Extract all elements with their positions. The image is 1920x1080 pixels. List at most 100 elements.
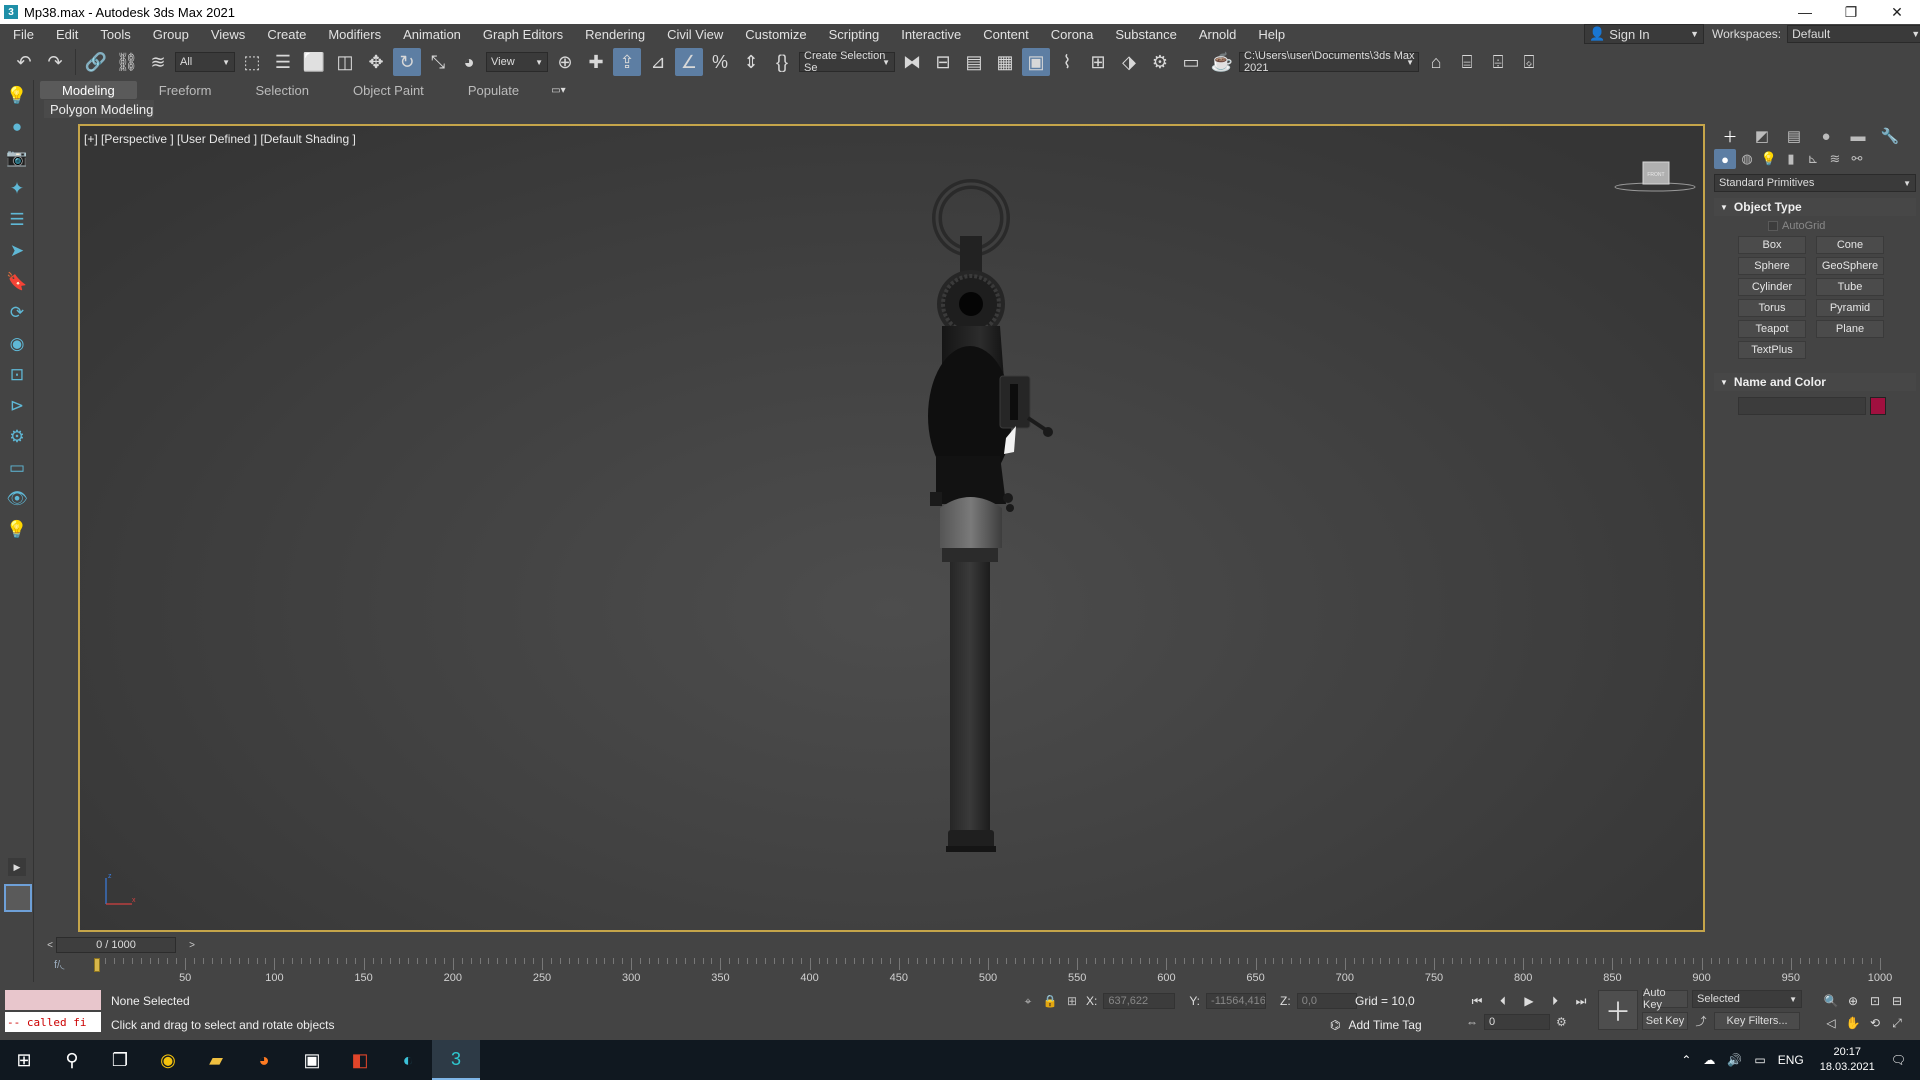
cameras-icon[interactable]: ▮ xyxy=(1780,149,1802,169)
geosphere-button[interactable]: GeoSphere xyxy=(1816,257,1884,275)
render-setup-icon[interactable]: ⚙ xyxy=(1146,48,1174,76)
pivot-center-icon[interactable]: ⊕ xyxy=(551,48,579,76)
play-icon[interactable]: ▶ xyxy=(8,858,26,876)
edge-icon[interactable]: ◐ xyxy=(384,1040,432,1080)
display-tab-icon[interactable]: ▬ xyxy=(1842,125,1874,147)
menu-group[interactable]: Group xyxy=(142,27,200,42)
z-coordinate-field[interactable]: 0,0 xyxy=(1296,993,1357,1009)
menu-scripting[interactable]: Scripting xyxy=(818,27,891,42)
project-folder-icon[interactable]: ⌂ xyxy=(1422,48,1450,76)
time-slider-thumb[interactable]: 0 / 1000 xyxy=(56,937,176,953)
select-and-move-icon[interactable]: ✥ xyxy=(362,48,390,76)
menu-create[interactable]: Create xyxy=(256,27,317,42)
notifications-icon[interactable]: 🗨 xyxy=(1891,1053,1906,1067)
menu-graph-editors[interactable]: Graph Editors xyxy=(472,27,574,42)
perspective-viewport[interactable]: [+] [Perspective ] [User Defined ] [Defa… xyxy=(78,124,1705,932)
geometry-icon[interactable]: ● xyxy=(1714,149,1736,169)
ribbon-tab-populate[interactable]: Populate xyxy=(446,81,541,99)
viewport-label[interactable]: [+] [Perspective ] [User Defined ] [Defa… xyxy=(84,132,356,146)
create-tab-icon[interactable]: ＋ xyxy=(1714,125,1746,147)
network-drive-icon[interactable]: ☁ xyxy=(1703,1053,1715,1067)
y-coordinate-field[interactable]: -11564,416 xyxy=(1206,993,1267,1009)
edit-named-selection-icon[interactable]: {} xyxy=(768,48,796,76)
rendered-frame-window-icon[interactable]: ▭ xyxy=(1177,48,1205,76)
undo-icon[interactable]: ↶ xyxy=(10,48,38,76)
select-and-rotate-icon[interactable]: ↻ xyxy=(393,48,421,76)
time-slider-next-button[interactable]: > xyxy=(186,937,198,953)
box-button[interactable]: Box xyxy=(1738,236,1806,254)
zoom-icon[interactable]: 🔍 xyxy=(1820,992,1842,1010)
menu-interactive[interactable]: Interactive xyxy=(890,27,972,42)
menu-customize[interactable]: Customize xyxy=(734,27,817,42)
zoom-all-icon[interactable]: ⊕ xyxy=(1842,992,1864,1010)
name-and-color-rollout[interactable]: ▼ Name and Color xyxy=(1714,373,1916,391)
spinner-snap-icon[interactable]: ⇕ xyxy=(737,48,765,76)
keyboard-shortcut-override-icon[interactable]: ⇪ xyxy=(613,48,641,76)
primitive-category-select[interactable]: Standard Primitives ▼ xyxy=(1714,174,1916,192)
menu-corona[interactable]: Corona xyxy=(1040,27,1105,42)
list-icon[interactable]: ☰ xyxy=(0,204,34,235)
autogrid-checkbox[interactable] xyxy=(1768,221,1778,231)
pan-view-icon[interactable]: ✋ xyxy=(1842,1014,1864,1032)
maximize-viewport-icon[interactable]: ⤢ xyxy=(1886,1014,1908,1032)
schematic-view-icon[interactable]: ⊞ xyxy=(1084,48,1112,76)
shapes-icon[interactable]: ◍ xyxy=(1736,149,1758,169)
key-filters-button[interactable]: Key Filters... xyxy=(1714,1012,1800,1030)
object-color-swatch[interactable] xyxy=(1870,397,1886,415)
render-icon[interactable]: ⊳ xyxy=(0,390,34,421)
project-open-icon[interactable]: ⌸ xyxy=(1453,48,1481,76)
camera-icon[interactable]: 📷 xyxy=(0,142,34,173)
zoom-extents-all-icon[interactable]: ⊟ xyxy=(1886,992,1908,1010)
set-key-button[interactable]: Set Key xyxy=(1642,1012,1688,1030)
volume-icon[interactable]: 🔊 xyxy=(1727,1053,1742,1067)
search-icon[interactable]: ⚲ xyxy=(48,1040,96,1080)
menu-substance[interactable]: Substance xyxy=(1104,27,1187,42)
menu-edit[interactable]: Edit xyxy=(45,27,89,42)
time-configuration-icon[interactable]: ⚙ xyxy=(1556,1015,1567,1029)
firefox-icon[interactable]: ◕ xyxy=(240,1040,288,1080)
sphere-button[interactable]: Sphere xyxy=(1738,257,1806,275)
project-path-select[interactable]: C:\Users\user\Documents\3ds Max 2021 ▼ xyxy=(1239,50,1419,74)
cone-button[interactable]: Cone xyxy=(1816,236,1884,254)
object-type-rollout[interactable]: ▼ Object Type xyxy=(1714,198,1916,216)
space-warps-icon[interactable]: ≋ xyxy=(1824,149,1846,169)
snaps-toggle-icon[interactable]: ⊿ xyxy=(644,48,672,76)
settings-icon[interactable]: ⚙ xyxy=(0,421,34,452)
select-and-place-icon[interactable]: ◕ xyxy=(455,48,483,76)
language-indicator[interactable]: ENG xyxy=(1778,1053,1804,1067)
project-settings-icon[interactable]: ⌺ xyxy=(1515,48,1543,76)
viewcube[interactable]: FRONT xyxy=(1610,156,1700,192)
render-production-icon[interactable]: ☕ xyxy=(1208,48,1236,76)
cylinder-button[interactable]: Cylinder xyxy=(1738,278,1806,296)
scatter-icon[interactable]: ✦ xyxy=(0,173,34,204)
menu-help[interactable]: Help xyxy=(1247,27,1296,42)
hierarchy-tab-icon[interactable]: ▤ xyxy=(1778,125,1810,147)
task-view-icon[interactable]: ❐ xyxy=(96,1040,144,1080)
play-icon[interactable]: ▶ xyxy=(1518,992,1540,1010)
light-icon[interactable]: 💡 xyxy=(0,80,34,111)
windows-start-icon[interactable]: ⊞ xyxy=(0,1040,48,1080)
textplus-button[interactable]: TextPlus xyxy=(1738,341,1806,359)
track-ruler[interactable]: 50 100 150 200 250 300 350 400 450 500 550 600 650 70… xyxy=(94,956,1920,986)
orbit-icon[interactable]: ⟲ xyxy=(1864,1014,1886,1032)
material-editor-icon[interactable]: ⬗ xyxy=(1115,48,1143,76)
percent-snap-icon[interactable]: % xyxy=(706,48,734,76)
ribbon-panel-polygon-modeling[interactable]: Polygon Modeling xyxy=(44,100,154,118)
menu-content[interactable]: Content xyxy=(972,27,1040,42)
sign-in-dropdown[interactable]: 👤 Sign In ▼ xyxy=(1584,24,1704,44)
ribbon-toggle-icon[interactable]: ▣ xyxy=(1022,48,1050,76)
ribbon-tab-object-paint[interactable]: Object Paint xyxy=(331,81,446,99)
window-icon[interactable]: ▭ xyxy=(0,452,34,483)
ribbon-tab-modeling[interactable]: Modeling xyxy=(40,81,137,99)
office-icon[interactable]: ◧ xyxy=(336,1040,384,1080)
chrome-icon[interactable]: ◉ xyxy=(144,1040,192,1080)
curve-editor-icon[interactable]: ⌇ xyxy=(1053,48,1081,76)
menu-views[interactable]: Views xyxy=(200,27,256,42)
material-icon[interactable]: ◉ xyxy=(0,328,34,359)
link-icon[interactable]: 🔗 xyxy=(82,48,110,76)
refresh-icon[interactable]: ⟳ xyxy=(0,297,34,328)
lights-icon[interactable]: 💡 xyxy=(1758,149,1780,169)
mini-curve-editor-icon[interactable]: f/◟ xyxy=(54,958,64,971)
ribbon-tab-selection[interactable]: Selection xyxy=(234,81,331,99)
select-manipulate-icon[interactable]: ✚ xyxy=(582,48,610,76)
